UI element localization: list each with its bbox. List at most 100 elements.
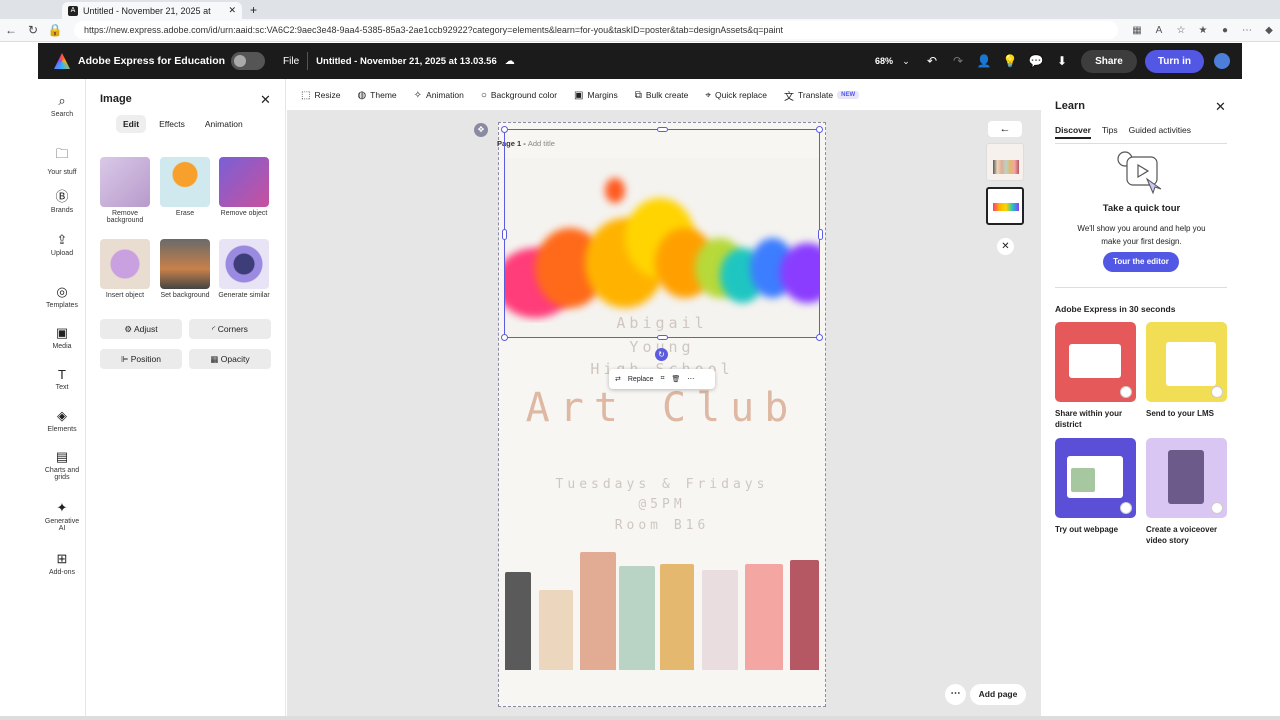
rotate-handle-icon[interactable]: ↻	[655, 348, 668, 361]
tab-tips[interactable]: Tips	[1102, 125, 1118, 139]
corners-button[interactable]: ◜ Corners	[189, 319, 271, 339]
tab-guided-activities[interactable]: Guided activities	[1129, 125, 1191, 139]
close-circle-icon[interactable]: ✕	[997, 238, 1014, 255]
translate-button[interactable]: 文 Translate NEW	[784, 88, 860, 103]
tab-edit[interactable]: Edit	[116, 115, 147, 133]
rail-item-text[interactable]: T Text	[38, 367, 86, 391]
browser-tab[interactable]: A Untitled - November 21, 2025 at ✕	[62, 2, 242, 19]
poster-room[interactable]: Room B16	[498, 518, 826, 533]
tour-the-editor-button[interactable]: Tour the editor	[1103, 252, 1179, 272]
animation-button[interactable]: ✧ Animation	[414, 90, 464, 101]
tool-remove-object[interactable]: Remove object	[218, 157, 270, 217]
tool-set-background[interactable]: Set background	[159, 239, 211, 299]
card-voiceover-video[interactable]: Create a voiceover video story	[1146, 438, 1227, 546]
card-try-webpage[interactable]: Try out webpage	[1055, 438, 1136, 535]
bulk-create-button[interactable]: ⧉ Bulk create	[635, 90, 689, 101]
theme-toggle[interactable]	[231, 52, 266, 70]
resize-handle[interactable]	[657, 127, 668, 132]
invite-icon[interactable]: 👤	[971, 54, 997, 68]
background-color-button[interactable]: ○ Background color	[481, 90, 557, 101]
poster-schedule[interactable]: Tuesdays & Fridays	[498, 477, 826, 492]
position-button[interactable]: ⊫ Position	[100, 349, 182, 369]
card-label: Create a voiceover video story	[1146, 525, 1218, 545]
learn-bulb-icon[interactable]: 💡	[997, 54, 1023, 68]
cloud-sync-icon: ☁	[504, 55, 515, 67]
redo-icon[interactable]: ↷	[945, 54, 971, 68]
opacity-button[interactable]: ▦ Opacity	[189, 349, 271, 369]
tool-erase[interactable]: Erase	[159, 157, 211, 217]
tab-effects[interactable]: Effects	[152, 115, 192, 133]
tab-discover[interactable]: Discover	[1055, 125, 1091, 139]
rail-item-search[interactable]: ⌕ Search	[38, 93, 86, 118]
back-icon[interactable]: ←	[0, 23, 22, 37]
resize-handle[interactable]	[816, 334, 823, 341]
rail-item-charts[interactable]: ▤ Charts and grids	[38, 449, 86, 481]
add-page-button[interactable]: Add page	[970, 684, 1026, 705]
new-tab-button[interactable]: +	[250, 3, 257, 17]
rail-item-addons[interactable]: ⊞ Add-ons	[38, 551, 86, 576]
refresh-icon[interactable]: ↻	[22, 23, 44, 37]
crop-icon[interactable]: ⌗	[661, 375, 665, 383]
tab-animation[interactable]: Animation	[198, 115, 250, 133]
resize-handle[interactable]	[501, 334, 508, 341]
close-icon[interactable]: ✕	[1215, 99, 1226, 115]
resize-handle[interactable]	[816, 126, 823, 133]
card-send-lms[interactable]: Send to your LMS	[1146, 322, 1227, 419]
quick-replace-button[interactable]: ⌖ Quick replace	[705, 90, 767, 101]
rail-item-brands[interactable]: Ⓑ Brands	[38, 186, 86, 214]
apps-icon[interactable]: ▦	[1126, 25, 1148, 36]
file-menu[interactable]: File	[283, 56, 299, 67]
page-thumbnail-1[interactable]	[986, 143, 1024, 181]
copilot-icon[interactable]: ◆	[1258, 25, 1280, 36]
brush-strokes-image[interactable]	[505, 548, 819, 670]
selection-box[interactable]	[501, 126, 823, 341]
read-aloud-icon[interactable]: A	[1148, 25, 1170, 36]
tool-insert-object[interactable]: Insert object	[99, 239, 151, 299]
collapse-pages-icon[interactable]: ←	[988, 121, 1022, 137]
margins-button[interactable]: ▣ Margins	[574, 90, 618, 101]
turn-in-button[interactable]: Turn in	[1144, 49, 1204, 73]
resize-handle[interactable]	[818, 229, 823, 240]
close-tab-icon[interactable]: ✕	[228, 5, 236, 16]
move-page-icon[interactable]: ✥	[474, 123, 488, 137]
rail-item-generative-ai[interactable]: ✦ Generative AI	[38, 500, 86, 532]
rail-item-upload[interactable]: ⇪ Upload	[38, 232, 86, 257]
poster-headline[interactable]: Art Club	[498, 385, 826, 431]
rail-item-elements[interactable]: ◈ Elements	[38, 408, 86, 433]
replace-button[interactable]: Replace	[628, 376, 654, 383]
upload-icon: ⇪	[56, 232, 68, 247]
document-title[interactable]: Untitled - November 21, 2025 at 13.03.56	[316, 56, 497, 67]
image-panel: Image ✕ Edit Effects Animation Remove ba…	[86, 79, 286, 720]
more-options-icon[interactable]: ⋯	[687, 375, 694, 383]
adjust-button[interactable]: ⚙ Adjust	[100, 319, 182, 339]
resize-button[interactable]: ⬚ Resize	[301, 90, 340, 101]
card-share-district[interactable]: Share within your district	[1055, 322, 1136, 430]
resize-handle[interactable]	[502, 229, 507, 240]
rail-item-your-stuff[interactable]: 🗀 Your stuff	[38, 145, 86, 176]
resize-handle[interactable]	[501, 126, 508, 133]
delete-icon[interactable]: 🗑	[672, 375, 681, 383]
favorites-icon[interactable]: ★	[1192, 25, 1214, 36]
rail-item-media[interactable]: ▣ Media	[38, 325, 86, 350]
favorite-icon[interactable]: ☆	[1170, 25, 1192, 36]
undo-icon[interactable]: ↶	[919, 54, 945, 68]
close-icon[interactable]: ✕	[260, 92, 271, 108]
poster-time[interactable]: @5PM	[498, 497, 826, 512]
theme-button[interactable]: ◍ Theme	[357, 90, 396, 101]
avatar[interactable]	[1214, 53, 1230, 69]
profile-icon[interactable]: ●	[1214, 25, 1236, 36]
replace-icon[interactable]: ⇄	[615, 375, 621, 383]
comment-icon[interactable]: 💬	[1023, 54, 1049, 68]
more-options-button[interactable]: ⋯	[945, 684, 966, 705]
url-field[interactable]: https://new.express.adobe.com/id/urn:aai…	[74, 21, 1118, 39]
chevron-down-icon[interactable]: ⌄	[893, 56, 919, 67]
zoom-level[interactable]: 68%	[875, 56, 893, 66]
more-icon[interactable]: ⋯	[1236, 25, 1258, 36]
download-icon[interactable]: ⬇	[1049, 54, 1075, 68]
tool-generate-similar[interactable]: Generate similar	[218, 239, 270, 299]
tool-remove-background[interactable]: Remove background	[99, 157, 151, 224]
page-thumbnail-2[interactable]	[986, 187, 1024, 225]
rail-item-templates[interactable]: ◎ Templates	[38, 284, 86, 309]
share-button[interactable]: Share	[1081, 49, 1137, 73]
resize-handle[interactable]	[657, 335, 668, 340]
